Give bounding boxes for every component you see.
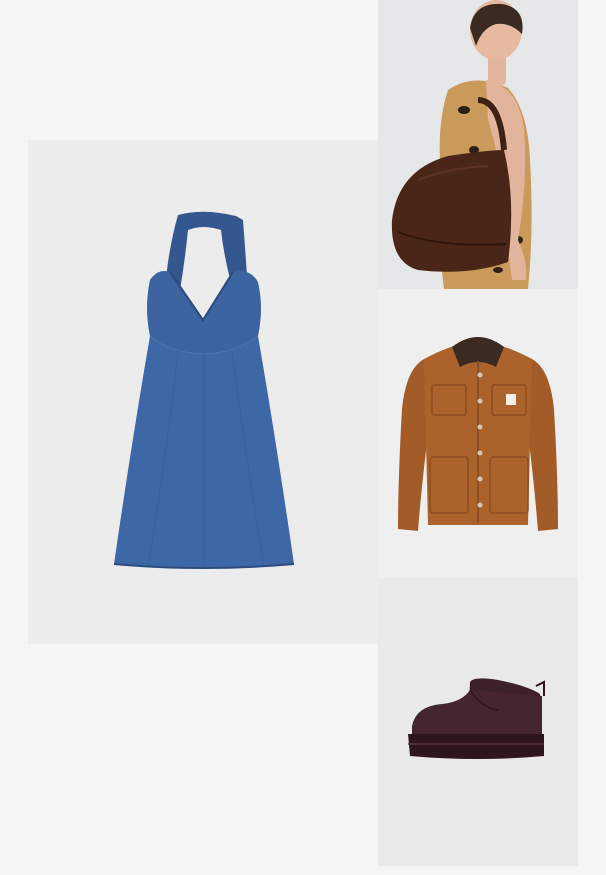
- product-tile-work-jacket[interactable]: [378, 289, 578, 578]
- work-jacket-image: [378, 289, 578, 578]
- product-tile-dress[interactable]: [28, 140, 378, 644]
- dress-image: [113, 211, 295, 569]
- platform-boot-image: [378, 578, 578, 866]
- product-tile-shoulder-bag[interactable]: [378, 0, 578, 289]
- shoulder-bag-image: [378, 0, 578, 289]
- product-tile-platform-boot[interactable]: [378, 578, 578, 866]
